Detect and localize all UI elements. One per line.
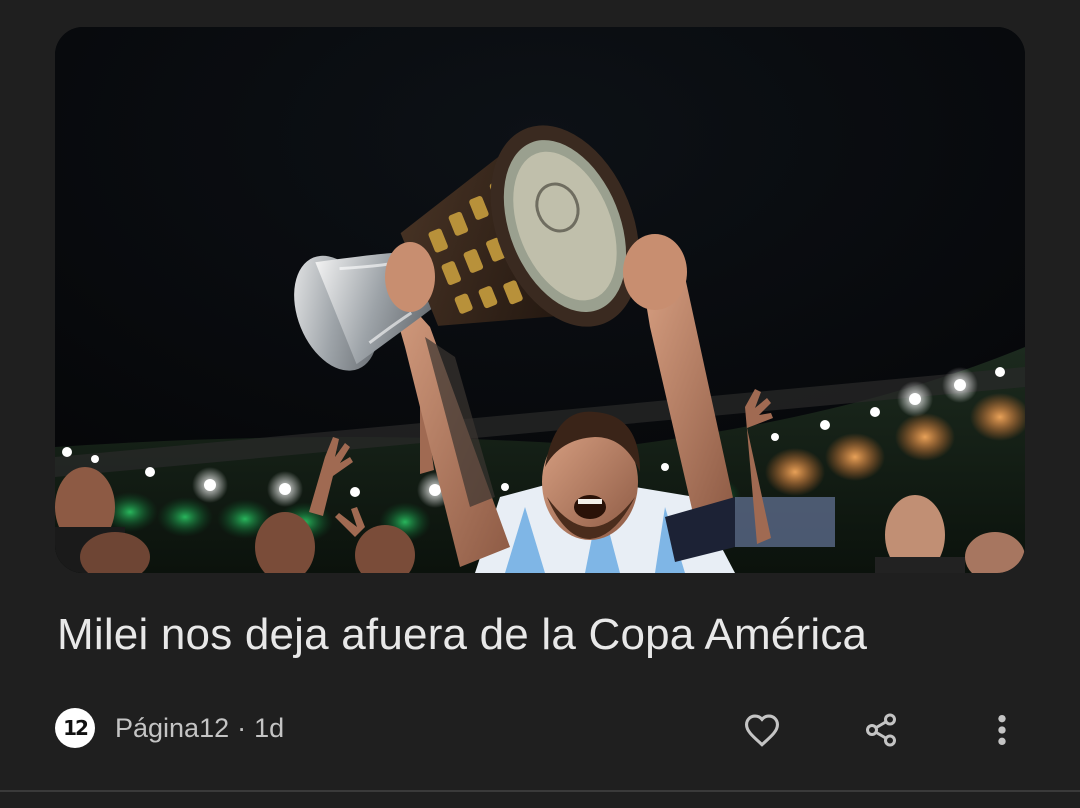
share-button[interactable] xyxy=(859,708,903,752)
article-image[interactable] xyxy=(55,27,1025,573)
like-button[interactable] xyxy=(740,708,784,752)
heart-icon xyxy=(744,714,780,747)
card-divider xyxy=(0,790,1080,792)
source-name[interactable]: Página12 xyxy=(115,713,229,744)
more-options-button[interactable] xyxy=(980,708,1024,752)
meta-separator: · xyxy=(237,712,247,743)
article-headline[interactable]: Milei nos deja afuera de la Copa América xyxy=(57,606,1027,664)
news-card[interactable]: Milei nos deja afuera de la Copa América… xyxy=(0,0,1080,792)
article-meta: 12 Página12 · 1d xyxy=(55,708,284,748)
source-logo-text: 12 xyxy=(63,716,89,740)
source-logo: 12 xyxy=(55,708,95,748)
article-age: 1d xyxy=(254,712,285,743)
more-vert-icon xyxy=(998,714,1006,746)
share-icon xyxy=(866,713,896,747)
article-photo xyxy=(55,27,1025,573)
